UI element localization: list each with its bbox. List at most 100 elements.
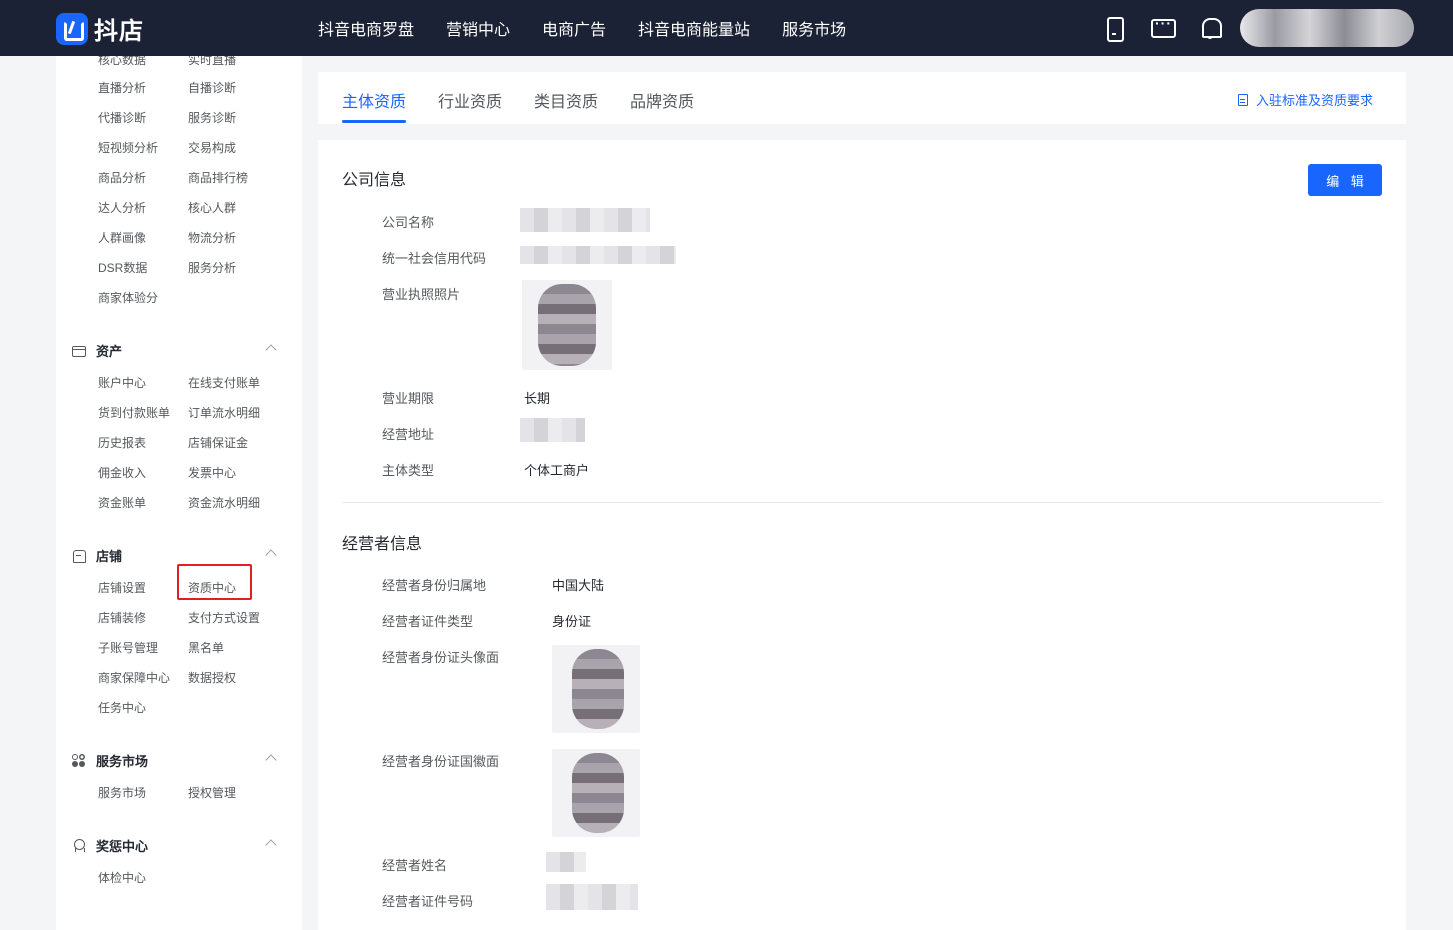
sidebar-item[interactable]: 资金账单 (98, 494, 146, 511)
sidebar-item[interactable]: 直播分析 (98, 79, 146, 96)
nav-marketing[interactable]: 营销中心 (446, 16, 510, 40)
field-label: 经营者证件号码 (382, 894, 474, 909)
sidebar-item[interactable]: 资金流水明细 (188, 494, 260, 511)
sidebar-group-assets[interactable]: 资产 (72, 341, 122, 360)
sidebar-item[interactable]: 商品排行榜 (188, 169, 248, 186)
nav-compass[interactable]: 抖音电商罗盘 (318, 16, 414, 40)
chevron-up-icon[interactable] (265, 344, 277, 356)
company-name-value (520, 208, 650, 232)
id-front-image (572, 649, 624, 729)
sidebar-item[interactable]: 核心数据 (98, 56, 146, 68)
sidebar-item[interactable]: 佣金收入 (98, 464, 146, 481)
sidebar-group-rewards[interactable]: 奖惩中心 (72, 836, 148, 855)
message-icon[interactable] (1148, 14, 1176, 42)
field-label: 营业期限 (382, 391, 435, 406)
top-bar: 抖店 抖音电商罗盘 营销中心 电商广告 抖音电商能量站 服务市场 (0, 0, 1453, 56)
field-label: 统一社会信用代码 (382, 251, 487, 266)
sidebar-item[interactable]: DSR数据 (98, 259, 147, 276)
tab-entity-qualification[interactable]: 主体资质 (342, 88, 406, 112)
sidebar-item[interactable]: 任务中心 (98, 699, 146, 716)
grid-icon (72, 753, 86, 768)
sidebar-item[interactable]: 体检中心 (98, 869, 146, 886)
sidebar-item[interactable]: 服务分析 (188, 259, 236, 276)
sidebar-item[interactable]: 商品分析 (98, 169, 146, 186)
sidebar-item[interactable]: 数据授权 (188, 669, 236, 686)
sidebar-group-service-market[interactable]: 服务市场 (72, 751, 148, 770)
sidebar-item[interactable]: 发票中心 (188, 464, 236, 481)
sidebar-item[interactable]: 支付方式设置 (188, 609, 260, 626)
sidebar-item[interactable]: 核心人群 (188, 199, 236, 216)
sidebar-item[interactable]: 子账号管理 (98, 639, 158, 656)
sidebar-item[interactable]: 店铺设置 (98, 579, 146, 596)
top-nav: 抖音电商罗盘 营销中心 电商广告 抖音电商能量站 服务市场 (318, 0, 878, 56)
sidebar-item[interactable]: 物流分析 (188, 229, 236, 246)
sidebar-item[interactable]: 人群画像 (98, 229, 146, 246)
sidebar-item[interactable]: 达人分析 (98, 199, 146, 216)
sidebar-item[interactable]: 授权管理 (188, 784, 236, 801)
chevron-up-icon[interactable] (265, 839, 277, 851)
top-icons (1100, 14, 1244, 42)
nav-energy-station[interactable]: 抖音电商能量站 (638, 16, 750, 40)
sidebar-item[interactable]: 账户中心 (98, 374, 146, 391)
bell-icon[interactable] (1196, 14, 1224, 42)
sidebar-item[interactable]: 订单流水明细 (188, 404, 260, 421)
field-label: 经营者证件类型 (382, 614, 474, 629)
company-section-title: 公司信息 (342, 172, 407, 189)
tab-industry-qualification[interactable]: 行业资质 (438, 88, 502, 112)
sidebar-item[interactable]: 自播诊断 (188, 79, 236, 96)
sidebar-item[interactable]: 店铺装修 (98, 609, 146, 626)
sidebar-group-title: 服务市场 (96, 754, 149, 769)
award-icon (72, 838, 86, 853)
sidebar-item[interactable]: 历史报表 (98, 434, 146, 451)
edit-button[interactable]: 编 辑 (1308, 164, 1382, 196)
sidebar-item[interactable]: 店铺保证金 (188, 434, 248, 451)
operator-section-title: 经营者信息 (342, 536, 423, 553)
sidebar-item[interactable]: 服务市场 (98, 784, 146, 801)
sidebar-item[interactable]: 商家保障中心 (98, 669, 170, 686)
business-term-value: 长期 (524, 391, 551, 406)
field-label: 主体类型 (382, 463, 435, 478)
field-label: 经营地址 (382, 427, 435, 442)
sidebar-item[interactable]: 交易构成 (188, 139, 236, 156)
active-tab-indicator (342, 120, 406, 123)
sidebar-group-title: 资产 (96, 344, 123, 359)
sidebar-item[interactable]: 货到付款账单 (98, 404, 170, 421)
sidebar-group-title: 店铺 (96, 549, 123, 564)
credit-code-value (520, 246, 676, 264)
chevron-up-icon[interactable] (265, 549, 277, 561)
requirements-link-label: 入驻标准及资质要求 (1256, 93, 1374, 108)
logo-text: 抖店 (94, 18, 144, 45)
qualification-tabs: 主体资质 行业资质 类目资质 品牌资质 入驻标准及资质要求 (318, 72, 1406, 124)
requirements-link[interactable]: 入驻标准及资质要求 (1238, 90, 1373, 109)
sidebar-group-title: 奖惩中心 (96, 839, 149, 854)
field-label: 经营者身份证头像面 (382, 650, 500, 665)
field-label: 公司名称 (382, 215, 435, 230)
sidebar-item[interactable]: 服务诊断 (188, 109, 236, 126)
sidebar-item[interactable]: 黑名单 (188, 639, 224, 656)
field-label: 经营者身份归属地 (382, 578, 487, 593)
chevron-up-icon[interactable] (265, 754, 277, 766)
tab-category-qualification[interactable]: 类目资质 (534, 88, 598, 112)
id-region-value: 中国大陆 (552, 578, 605, 593)
user-account-menu[interactable] (1240, 9, 1414, 47)
sidebar-item[interactable]: 商家体验分 (98, 289, 158, 306)
phone-icon[interactable] (1100, 14, 1128, 42)
nav-ads[interactable]: 电商广告 (542, 16, 606, 40)
id-back-photo[interactable] (552, 749, 640, 837)
id-front-photo[interactable] (552, 645, 640, 733)
sidebar-group-shop[interactable]: 店铺 (72, 546, 122, 565)
sidebar-item[interactable]: 短视频分析 (98, 139, 158, 156)
sidebar-item[interactable]: 代播诊断 (98, 109, 146, 126)
business-license-photo[interactable] (522, 280, 612, 370)
section-divider (342, 502, 1382, 503)
business-address-value (520, 418, 585, 442)
operator-id-number-value (546, 884, 638, 910)
id-type-value: 身份证 (552, 614, 592, 629)
logo[interactable]: 抖店 (56, 11, 144, 46)
field-label: 经营者身份证国徽面 (382, 754, 500, 769)
nav-service-market[interactable]: 服务市场 (782, 16, 846, 40)
highlight-box (177, 564, 252, 600)
sidebar-item[interactable]: 在线支付账单 (188, 374, 260, 391)
tab-brand-qualification[interactable]: 品牌资质 (630, 88, 694, 112)
sidebar-item[interactable]: 实时直播 (188, 56, 236, 68)
